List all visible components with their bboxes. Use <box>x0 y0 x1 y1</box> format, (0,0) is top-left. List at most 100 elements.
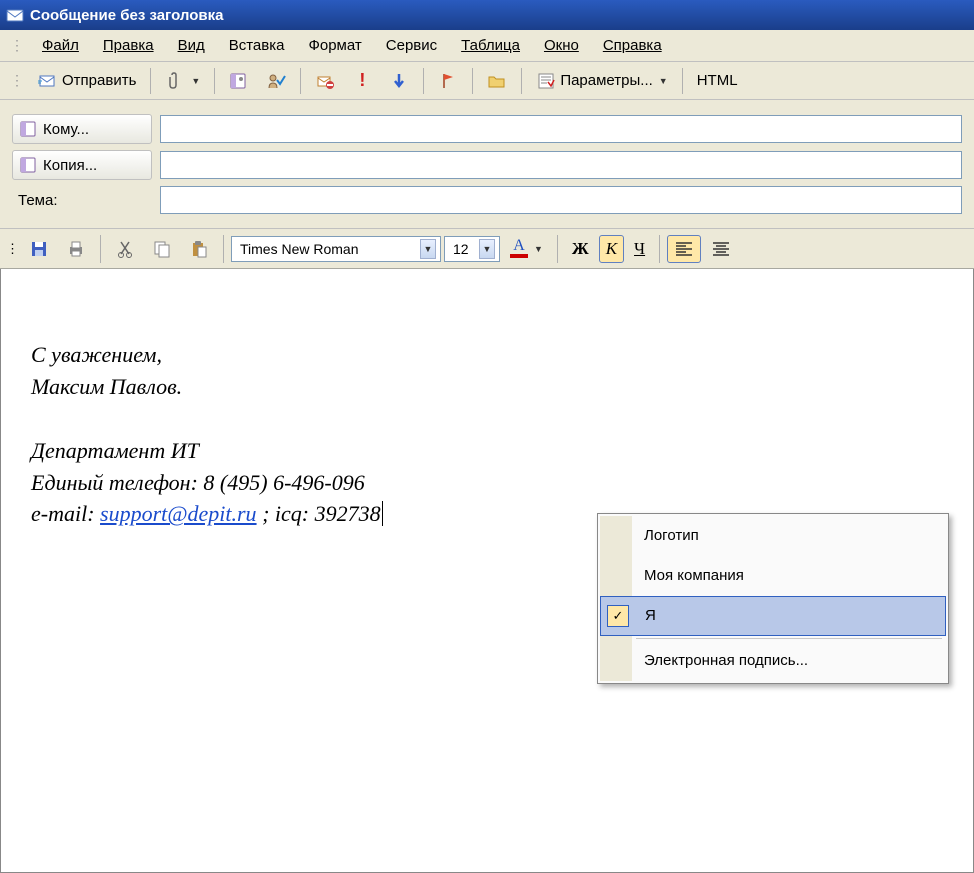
paste-icon <box>189 239 209 259</box>
check-names-button[interactable] <box>259 67 293 95</box>
subject-label: Тема: <box>12 188 152 213</box>
message-header: Кому... Копия... Тема: <box>0 100 974 229</box>
importance-low-icon <box>389 71 409 91</box>
save-button[interactable] <box>22 235 56 263</box>
separator <box>682 68 683 94</box>
separator <box>659 235 660 263</box>
font-color-icon: A <box>510 239 528 258</box>
copy-icon <box>152 239 172 259</box>
separator <box>521 68 522 94</box>
font-color-button[interactable]: A ▼ <box>503 235 550 262</box>
cc-label: Копия... <box>43 157 97 174</box>
context-menu-item-esignature[interactable]: Электронная подпись... <box>600 641 946 681</box>
menu-edit[interactable]: Правка <box>93 33 164 58</box>
cc-button[interactable]: Копия... <box>12 150 152 180</box>
options-label: Параметры... <box>560 72 652 89</box>
options-button[interactable]: Параметры... ▼ <box>529 67 674 95</box>
menu-tools[interactable]: Сервис <box>376 33 447 58</box>
send-button[interactable]: Отправить <box>31 67 143 95</box>
toolbar-grip: ⋮ <box>6 241 19 257</box>
menu-table[interactable]: Таблица <box>451 33 530 58</box>
print-button[interactable] <box>59 235 93 263</box>
italic-button[interactable]: К <box>599 235 624 263</box>
options-icon <box>536 71 556 91</box>
font-name-select[interactable]: Times New Roman ▼ <box>231 236 441 262</box>
align-center-icon <box>711 239 731 259</box>
font-size-select[interactable]: 12 ▼ <box>444 236 500 262</box>
permission-icon <box>315 71 335 91</box>
separator <box>300 68 301 94</box>
menubar-grip: ⋮ <box>6 37 28 54</box>
to-label: Кому... <box>43 121 89 138</box>
paste-button[interactable] <box>182 235 216 263</box>
importance-high-button[interactable]: ! <box>345 67 379 95</box>
align-center-button[interactable] <box>704 235 738 263</box>
chevron-down-icon: ▼ <box>420 239 436 259</box>
context-menu-item-me[interactable]: ✓ Я <box>600 596 946 636</box>
format-toolbar: ⋮ Times New Roman ▼ 12 ▼ A <box>0 229 974 269</box>
separator <box>150 68 151 94</box>
to-button[interactable]: Кому... <box>12 114 152 144</box>
cut-button[interactable] <box>108 235 142 263</box>
menu-format[interactable]: Формат <box>298 33 371 58</box>
check-icon: ✓ <box>607 605 629 627</box>
underline-icon: Ч <box>634 239 645 259</box>
align-left-icon <box>674 239 694 259</box>
underline-button[interactable]: Ч <box>627 235 652 263</box>
cc-input[interactable] <box>160 151 962 179</box>
font-size-value: 12 <box>453 241 469 257</box>
addressbook-icon <box>19 155 39 175</box>
paperclip-icon <box>165 71 185 91</box>
message-body-editor[interactable]: С уважением, Максим Павлов. Департамент … <box>0 269 974 873</box>
cut-icon <box>115 239 135 259</box>
chevron-down-icon: ▼ <box>479 239 495 259</box>
folder-button[interactable] <box>480 67 514 95</box>
main-toolbar: ⋮ Отправить ▼ ! <box>0 62 974 100</box>
window-title: Сообщение без заголовка <box>30 7 223 24</box>
separator <box>472 68 473 94</box>
menu-file[interactable]: Файл <box>32 33 89 58</box>
align-left-button[interactable] <box>667 235 701 263</box>
separator <box>100 235 101 263</box>
send-label: Отправить <box>62 72 136 89</box>
menu-separator <box>636 638 942 639</box>
permission-button[interactable] <box>308 67 342 95</box>
font-name-value: Times New Roman <box>240 241 359 257</box>
context-menu-item-company[interactable]: Моя компания <box>600 556 946 596</box>
chevron-down-icon: ▼ <box>189 76 200 86</box>
body-line: Максим Павлов. <box>31 371 953 403</box>
separator <box>557 235 558 263</box>
menu-window[interactable]: Окно <box>534 33 589 58</box>
body-line: Департамент ИТ <box>31 435 953 467</box>
autotext-context-menu: Логотип Моя компания ✓ Я Электронная под… <box>597 513 949 684</box>
flag-icon <box>438 71 458 91</box>
body-line <box>31 403 953 435</box>
check-names-icon <box>266 71 286 91</box>
addressbook-icon <box>19 119 39 139</box>
to-input[interactable] <box>160 115 962 143</box>
copy-button[interactable] <box>145 235 179 263</box>
menu-insert[interactable]: Вставка <box>219 33 295 58</box>
email-link[interactable]: support@depit.ru <box>100 501 257 526</box>
menu-view[interactable]: Вид <box>168 33 215 58</box>
importance-low-button[interactable] <box>382 67 416 95</box>
body-line: Единый телефон: 8 (495) 6-496-096 <box>31 467 953 499</box>
titlebar: Сообщение без заголовка <box>0 0 974 30</box>
separator <box>214 68 215 94</box>
context-menu-item-logo[interactable]: Логотип <box>600 516 946 556</box>
bold-icon: Ж <box>572 239 589 259</box>
subject-input[interactable] <box>160 186 962 214</box>
separator <box>423 68 424 94</box>
menu-help[interactable]: Справка <box>593 33 672 58</box>
folder-icon <box>487 71 507 91</box>
attach-button[interactable]: ▼ <box>158 67 207 95</box>
separator <box>223 235 224 263</box>
flag-button[interactable] <box>431 67 465 95</box>
print-icon <box>66 239 86 259</box>
toolbar-grip: ⋮ <box>6 72 28 89</box>
addressbook-button[interactable] <box>222 67 256 95</box>
bold-button[interactable]: Ж <box>565 235 596 263</box>
format-mode-label[interactable]: HTML <box>690 68 745 93</box>
send-mail-icon <box>38 71 58 91</box>
importance-high-icon: ! <box>352 71 372 91</box>
